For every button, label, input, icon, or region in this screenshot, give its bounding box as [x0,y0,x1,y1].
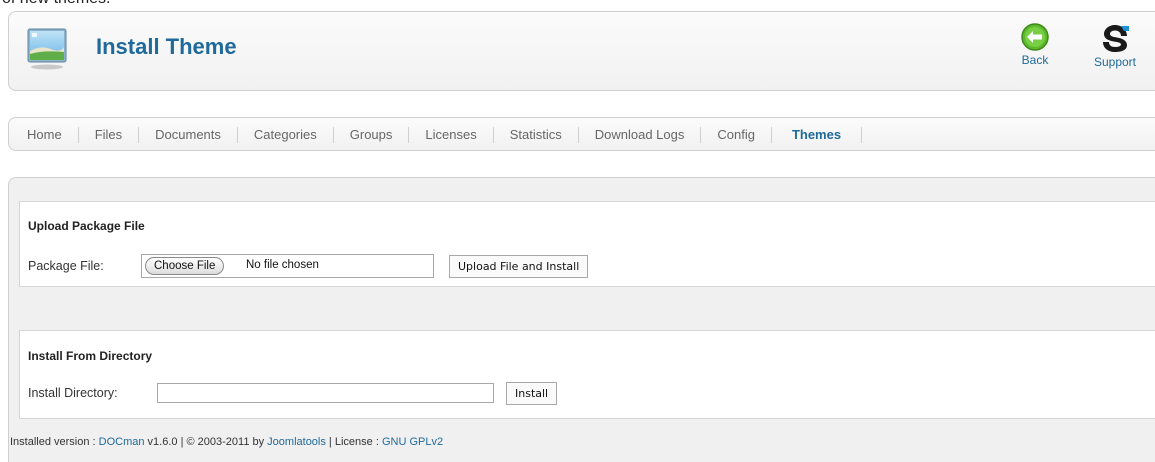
install-directory-panel: Install From Directory Install Directory… [19,330,1155,419]
nav-item-download-logs[interactable]: Download Logs [579,127,702,143]
back-button[interactable]: Back [1005,22,1065,67]
footer-license-text: | License : [325,436,382,448]
main-nav: Home Files Documents Categories Groups L… [8,117,1155,151]
footer: Installed version : DOCman v1.6.0 | © 20… [10,436,443,448]
install-directory-input[interactable] [157,383,494,403]
support-logo-icon [1103,25,1129,52]
content-area: Upload Package File Package File: Choose… [8,177,1155,462]
page-title: Install Theme [96,34,237,59]
support-button[interactable]: Support [1085,22,1145,69]
license-link[interactable]: GNU GPLv2 [382,436,443,448]
nav-item-categories[interactable]: Categories [238,127,334,143]
nav-list: Home Files Documents Categories Groups L… [27,127,863,143]
package-file-input[interactable]: Choose File No file chosen [141,254,434,278]
theme-screen-icon [27,28,67,70]
install-button[interactable]: Install [506,382,558,405]
nav-item-licenses[interactable]: Licenses [409,127,494,143]
nav-item-themes[interactable]: Themes [772,127,863,143]
nav-item-statistics[interactable]: Statistics [494,127,579,143]
back-arrow-icon [1021,23,1049,51]
choose-file-button[interactable]: Choose File [145,257,225,275]
nav-item-documents[interactable]: Documents [139,127,238,143]
install-directory-label: Install Directory: [28,386,118,400]
footer-prefix: Installed version : [10,436,99,448]
back-label: Back [1021,53,1049,67]
nav-item-groups[interactable]: Groups [334,127,410,143]
support-label: Support [1093,55,1137,69]
joomlatools-link[interactable]: Joomlatools [267,436,326,448]
upload-package-panel: Upload Package File Package File: Choose… [19,201,1155,287]
no-file-chosen-text: No file chosen [246,259,319,271]
nav-item-home[interactable]: Home [27,127,79,143]
nav-item-files[interactable]: Files [79,127,140,143]
upload-install-button[interactable]: Upload File and Install [449,255,589,278]
directory-panel-title: Install From Directory [28,349,153,363]
nav-item-config[interactable]: Config [701,127,772,143]
package-file-label: Package File: [28,259,104,273]
upload-panel-title: Upload Package File [28,219,145,233]
docman-link[interactable]: DOCman [99,436,145,448]
footer-version: v1.6.0 | © 2003-2011 by [144,436,268,448]
clipped-intro-text: of new themes. [2,0,111,8]
